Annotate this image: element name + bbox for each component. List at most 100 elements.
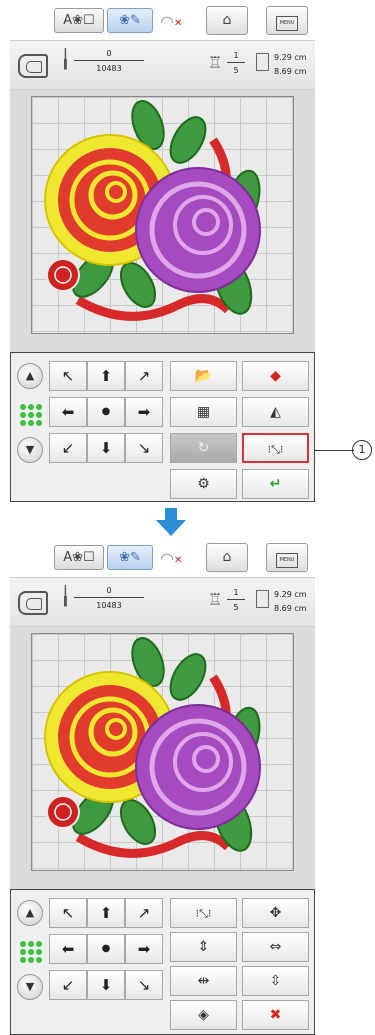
color-total: 5 [233,66,239,75]
move-right-button[interactable]: ➡ [125,934,163,964]
density-icon: ◈ [198,1007,209,1023]
move-up-right-button[interactable]: ↗ [125,361,163,391]
machine-icon: ⌂ [222,549,232,565]
screen-before: A❀☐ ❀✎ ◠ ✕ ⌂ MENU ╽ 0 10483 ♖ 1 5 9.29 cm… [10,0,315,505]
resize-icon: ⁝⤡⁝ [267,443,284,456]
height-value: 8.69 cm [274,67,307,76]
move-up-right-button[interactable]: ↗ [125,898,163,928]
mirror-button[interactable]: ◭ [242,397,309,427]
color-current: 1 [227,51,245,63]
folder-icon: 📂 [194,368,213,384]
resize-control-panel: ▲ ▼ ↖ ⬆ ↗ ⬅ ● ➡ ↙ ⬇ ↘ ⁝⤡⁝ ✥ ⇕ ⇔ ⇹ ⇳ ◈ ✖ [10,889,315,1035]
callout-marker: 1 [352,440,372,460]
move-up-button[interactable]: ⬆ [87,361,125,391]
enlarge-horizontal-button[interactable]: ⇔ [242,932,309,962]
rose-embroidery-pattern[interactable] [38,100,288,330]
document-gear-icon: ⚙ [197,476,210,492]
rotate-up-button[interactable]: ▲ [17,900,43,926]
rotate-up-button[interactable]: ▲ [17,363,43,389]
size-icon [256,590,269,608]
top-toolbar: A❀☐ ❀✎ ◠ ✕ ⌂ MENU [10,0,315,40]
move-up-left-button[interactable]: ↖ [49,898,87,928]
stitch-counter: 0 10483 [74,586,144,610]
scale-vertical-icon: ⇕ [197,939,210,955]
home-button[interactable]: ⌂ [206,6,248,35]
edit-canvas[interactable] [10,90,315,352]
enlarge-vertical-button[interactable]: ⇳ [242,966,309,996]
settings-button[interactable]: ⚙ [170,469,237,499]
move-left-button[interactable]: ⬅ [49,397,87,427]
wifi-off-icon: ◠ ✕ [160,549,183,568]
color-current: 1 [227,588,245,600]
mode-text-button[interactable]: A❀☐ [54,8,104,33]
color-palette-button[interactable]: ▦ [170,397,237,427]
home-button[interactable]: ⌂ [206,543,248,572]
rotate-down-button[interactable]: ▼ [17,437,43,463]
height-value: 8.69 cm [274,604,307,613]
size-values: 9.29 cm 8.69 cm [274,51,307,79]
move-down-button[interactable]: ⬇ [87,433,125,463]
menu-button[interactable]: MENU [266,6,308,35]
move-down-button[interactable]: ⬇ [87,970,125,1000]
screen-after: A❀☐ ❀✎ ◠ ✕ ⌂ MENU ╽ 0 10483 ♖ 1 5 9.29 cm… [10,537,315,1035]
move-down-right-button[interactable]: ↘ [125,970,163,1000]
density-button[interactable]: ◈ [170,1000,237,1030]
mode-embroidery-button[interactable]: ❀✎ [107,545,153,570]
stitch-counter: 0 10483 [74,49,144,73]
machine-icon: ⌂ [222,12,232,28]
center-dots-button[interactable] [17,401,43,427]
move-up-left-button[interactable]: ↖ [49,361,87,391]
needle-icon: ╽ [60,586,71,607]
wifi-off-icon: ◠ ✕ [160,12,183,31]
move-down-right-button[interactable]: ↘ [125,433,163,463]
enlarge-all-icon: ✥ [269,905,282,921]
size-values: 9.29 cm 8.69 cm [274,588,307,616]
stitch-current: 0 [74,49,144,61]
enter-button[interactable]: ↵ [242,469,309,499]
needle-icon: ╽ [60,49,71,70]
mode-embroidery-button[interactable]: ❀✎ [107,8,153,33]
erase-button[interactable]: ◆ [242,361,309,391]
thread-spool-icon: ♖ [208,590,223,609]
edit-canvas[interactable] [10,627,315,889]
top-toolbar: A❀☐ ❀✎ ◠ ✕ ⌂ MENU [10,537,315,577]
center-dots-button[interactable] [17,938,43,964]
eraser-icon: ◆ [270,368,281,384]
move-left-button[interactable]: ⬅ [49,934,87,964]
cancel-button[interactable]: ✖ [242,1000,309,1030]
scale-proportional-icon: ⁝⤡⁝ [195,907,212,920]
menu-icon: MENU [276,16,298,31]
scale-proportional-button[interactable]: ⁝⤡⁝ [170,898,237,928]
menu-button[interactable]: MENU [266,543,308,572]
down-arrow-icon [156,508,186,536]
mirror-icon: ◭ [270,404,281,420]
rotate-icon: ↻ [197,440,210,456]
enlarge-all-button[interactable]: ✥ [242,898,309,928]
color-counter: 1 5 [227,588,245,612]
mode-text-button[interactable]: A❀☐ [54,545,104,570]
menu-icon: MENU [276,553,298,568]
info-bar: ╽ 0 10483 ♖ 1 5 9.29 cm 8.69 cm [10,40,315,90]
move-center-button[interactable]: ● [87,934,125,964]
info-bar: ╽ 0 10483 ♖ 1 5 9.29 cm 8.69 cm [10,577,315,627]
color-total: 5 [233,603,239,612]
width-value: 9.29 cm [274,590,307,599]
move-down-left-button[interactable]: ↙ [49,433,87,463]
width-value: 9.29 cm [274,53,307,62]
rose-embroidery-pattern[interactable] [38,637,288,867]
resize-button[interactable]: ⁝⤡⁝ [242,433,309,463]
scale-vertical-button[interactable]: ⇕ [170,932,237,962]
scale-horizontal-button[interactable]: ⇹ [170,966,237,996]
move-right-button[interactable]: ➡ [125,397,163,427]
hoop-icon [18,591,48,615]
move-up-button[interactable]: ⬆ [87,898,125,928]
thread-spool-icon: ♖ [208,53,223,72]
move-center-button[interactable]: ● [87,397,125,427]
rotate-button[interactable]: ↻ [170,433,237,463]
enlarge-vertical-icon: ⇳ [269,973,282,989]
scale-horizontal-icon: ⇹ [197,973,210,989]
rotate-down-button[interactable]: ▼ [17,974,43,1000]
move-down-left-button[interactable]: ↙ [49,970,87,1000]
open-pattern-button[interactable]: 📂 [170,361,237,391]
edit-control-panel: ▲ ▼ ↖ ⬆ ↗ ⬅ ● ➡ ↙ ⬇ ↘ 📂 ◆ ▦ ◭ ↻ ⁝⤡⁝ ⚙ ↵ [10,352,315,502]
